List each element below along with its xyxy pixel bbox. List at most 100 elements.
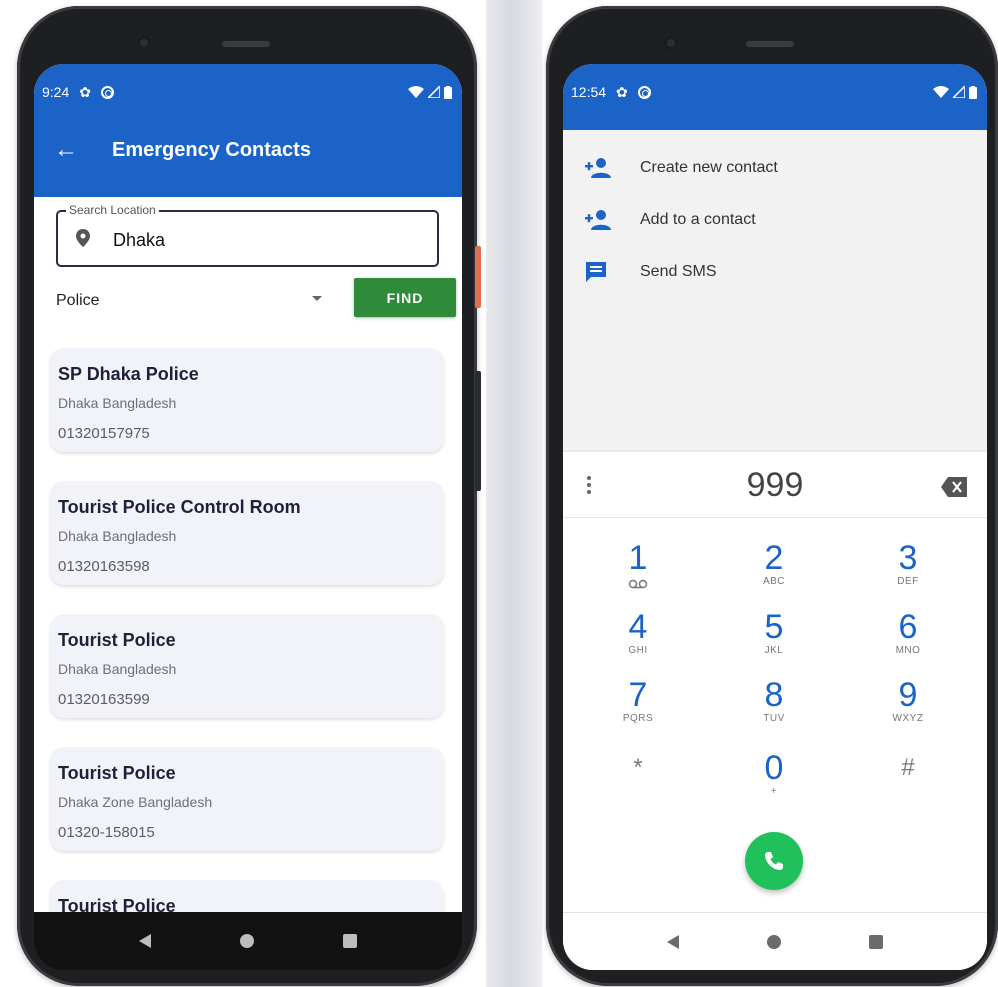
nav-recents-icon[interactable] [343, 934, 358, 948]
earpiece-speaker [746, 41, 794, 47]
key-hash[interactable]: # [863, 750, 953, 786]
key-5[interactable]: 5 JKL [729, 609, 819, 656]
key-1[interactable]: 1 [593, 540, 683, 594]
right-screen: 12:54 ✿ Create new contact Add to a cont… [563, 64, 987, 970]
menu-item-label: Send SMS [640, 263, 717, 280]
key-letters: DEF [897, 576, 919, 587]
settings-status-icon: ✿ [616, 83, 628, 100]
key-digit: 7 [628, 676, 648, 714]
battery-icon [444, 85, 452, 99]
key-letters: TUV [763, 713, 785, 724]
key-digit: 5 [764, 608, 784, 646]
contact-card[interactable]: Tourist Police Dhaka Zone Bangladesh 013… [50, 747, 444, 851]
nav-home-icon[interactable] [239, 934, 254, 948]
search-field-label: Search Location [66, 203, 159, 217]
contact-name: SP Dhaka Police [58, 364, 199, 384]
key-2[interactable]: 2 ABC [729, 540, 819, 587]
app-header: 9:24 ✿ ← Emergency Contacts [34, 64, 462, 197]
add-person-icon [585, 158, 611, 178]
key-digit: 3 [898, 539, 918, 577]
create-new-contact-item[interactable]: Create new contact [563, 142, 987, 194]
backspace-icon[interactable] [941, 477, 967, 497]
contact-name: Tourist Police [58, 630, 176, 650]
dropdown-caret-icon[interactable] [312, 296, 322, 301]
contact-location: Dhaka Bangladesh [58, 528, 177, 544]
sync-status-icon [637, 85, 651, 99]
right-phone-frame: 12:54 ✿ Create new contact Add to a cont… [546, 6, 998, 986]
key-8[interactable]: 8 TUV [729, 677, 819, 724]
contact-location: Dhaka Zone Bangladesh [58, 794, 213, 810]
voicemail-icon [628, 579, 648, 589]
status-bar: 12:54 ✿ [563, 64, 987, 120]
key-letters: + [770, 786, 778, 797]
background-divider [486, 0, 542, 987]
key-star[interactable]: * [593, 750, 683, 786]
key-digit: 0 [764, 749, 784, 787]
contact-name: Tourist Police Control Room [58, 497, 301, 517]
signal-icon [953, 86, 965, 98]
key-digit: 1 [628, 539, 648, 577]
filter-row: Police FIND [56, 278, 456, 318]
key-digit: 2 [764, 539, 784, 577]
call-button[interactable] [745, 832, 803, 890]
nav-back-icon[interactable] [138, 934, 151, 948]
key-6[interactable]: 6 MNO [863, 609, 953, 656]
key-7[interactable]: 7 PQRS [593, 677, 683, 724]
contact-location: Dhaka Bangladesh [58, 661, 177, 677]
search-input[interactable]: Dhaka [113, 230, 165, 251]
power-button [475, 246, 481, 308]
status-bar: 9:24 ✿ [34, 64, 462, 120]
contact-card[interactable]: Tourist Police Dhaka Bangladesh 01320163… [50, 614, 444, 718]
add-person-icon [585, 210, 611, 230]
key-digit: 9 [898, 676, 918, 714]
system-nav-bar [563, 912, 987, 970]
contact-phone[interactable]: 01320157975 [58, 425, 436, 442]
screenshot-stage: 9:24 ✿ ← Emergency Contacts Search Locat… [0, 0, 998, 987]
battery-icon [969, 85, 977, 99]
menu-item-label: Add to a contact [640, 211, 756, 228]
contact-phone[interactable]: 01320-158015 [58, 824, 436, 841]
signal-icon [428, 86, 440, 98]
contact-name: Tourist Police [58, 896, 176, 912]
dialer-actions-menu: Create new contact Add to a contact Send… [563, 130, 987, 452]
contact-card[interactable]: SP Dhaka Police Dhaka Bangladesh 0132015… [50, 348, 444, 452]
app-bar: ← Emergency Contacts [34, 120, 462, 180]
settings-status-icon: ✿ [79, 83, 91, 100]
menu-item-label: Create new contact [640, 159, 778, 176]
volume-button [475, 371, 481, 491]
key-3[interactable]: 3 DEF [863, 540, 953, 587]
key-digit: 4 [628, 608, 648, 646]
nav-home-icon[interactable] [767, 934, 781, 949]
contact-card[interactable]: Tourist Police [50, 880, 444, 912]
key-4[interactable]: 4 GHI [593, 609, 683, 656]
contact-location: Dhaka Bangladesh [58, 395, 177, 411]
key-letters: GHI [628, 645, 648, 656]
contact-name: Tourist Police [58, 763, 176, 783]
dialed-number: 999 [746, 466, 804, 504]
key-digit: 6 [898, 608, 918, 646]
key-0[interactable]: 0 + [729, 750, 819, 797]
status-time: 12:54 [571, 84, 607, 100]
category-select[interactable]: Police [56, 292, 100, 310]
key-letters: PQRS [622, 713, 654, 724]
send-sms-item[interactable]: Send SMS [563, 246, 987, 298]
key-digit: # [901, 754, 915, 781]
dialer-header: 12:54 ✿ [563, 64, 987, 130]
key-letters: MNO [895, 645, 921, 656]
contacts-list: SP Dhaka Police Dhaka Bangladesh 0132015… [50, 348, 444, 912]
nav-back-icon[interactable] [667, 934, 679, 949]
contact-phone[interactable]: 01320163599 [58, 691, 436, 708]
contact-card[interactable]: Tourist Police Control Room Dhaka Bangla… [50, 481, 444, 585]
location-pin-icon [76, 229, 90, 247]
system-nav-bar [34, 912, 462, 970]
status-time: 9:24 [42, 84, 70, 100]
key-letters: ABC [762, 576, 786, 587]
add-to-contact-item[interactable]: Add to a contact [563, 194, 987, 246]
key-digit: 8 [764, 676, 784, 714]
search-location-field[interactable]: Search Location Dhaka [56, 203, 439, 267]
nav-recents-icon[interactable] [869, 934, 883, 949]
back-arrow-icon[interactable]: ← [54, 136, 84, 164]
contact-phone[interactable]: 01320163598 [58, 558, 436, 575]
key-9[interactable]: 9 WXYZ [863, 677, 953, 724]
find-button[interactable]: FIND [354, 278, 456, 317]
